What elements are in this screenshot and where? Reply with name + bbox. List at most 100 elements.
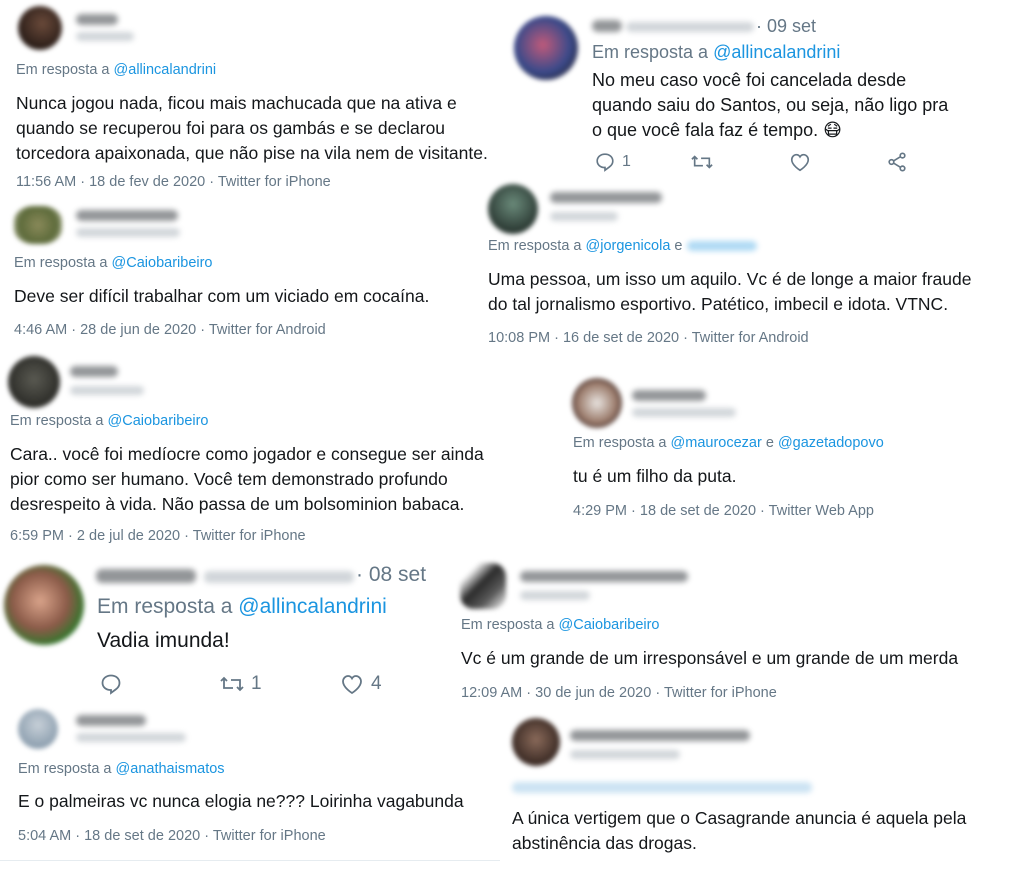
user-name[interactable] xyxy=(570,730,750,741)
tweet-text: Vc é um grande de um irresponsável e um … xyxy=(461,646,1021,671)
avatar[interactable] xyxy=(4,565,84,645)
tweet-text-line: do tal jornalismo esportivo. Patético, i… xyxy=(488,294,949,314)
tweet-card[interactable]: Em resposta a @Caiobaribeiro Vc é um gra… xyxy=(450,555,1024,710)
tweet-actions: 1 4 xyxy=(99,671,399,697)
user-handle xyxy=(520,591,590,600)
retweet-button[interactable]: 1 xyxy=(219,672,262,696)
tweet-card[interactable]: A única vertigem que o Casagrande anunci… xyxy=(500,710,1024,871)
avatar[interactable] xyxy=(18,6,62,50)
reply-context: Em resposta a @jorgenicola e xyxy=(488,238,757,254)
retweet-icon xyxy=(691,155,713,169)
tweet-text: tu é um filho da puta. xyxy=(573,464,1013,489)
user-handle xyxy=(76,32,134,41)
reply-context: Em resposta a @allincalandrini xyxy=(97,595,387,618)
tweet-text-line: quando saiu do Santos, ou seja, não ligo… xyxy=(592,95,949,115)
mention-link[interactable]: @jorgenicola xyxy=(586,238,671,254)
reply-button[interactable] xyxy=(99,672,123,696)
mention-link[interactable]: @maurocezar xyxy=(671,435,762,451)
avatar[interactable] xyxy=(460,563,506,609)
reply-count: 1 xyxy=(622,153,631,170)
mention-link[interactable]: @Caiobaribeiro xyxy=(108,413,209,429)
tweet-text-line: pior como ser humano. Você tem demonstra… xyxy=(10,469,448,489)
share-button[interactable] xyxy=(886,151,908,173)
tweet-text-line: Deve ser difícil trabalhar com um viciad… xyxy=(14,286,430,306)
like-button[interactable]: 4 xyxy=(339,672,382,696)
user-handle xyxy=(570,750,680,759)
tweet-timestamp[interactable]: 11:56 AM · 18 de fev de 2020 · Twitter f… xyxy=(16,174,331,190)
tweet-timestamp[interactable]: 4:46 AM · 28 de jun de 2020 · Twitter fo… xyxy=(14,322,326,338)
user-handle xyxy=(550,212,618,221)
tweet-text: No meu caso você foi cancelada desde qua… xyxy=(592,68,1012,143)
user-name[interactable] xyxy=(550,192,662,203)
tweet-text: Nunca jogou nada, ficou mais machucada q… xyxy=(16,91,516,166)
tweet-date[interactable]: · 09 set xyxy=(756,16,816,37)
tweet-text-line: Nunca jogou nada, ficou mais machucada q… xyxy=(16,93,457,113)
tweet-card[interactable]: Em resposta a @maurocezar e @gazetadopov… xyxy=(560,370,1024,540)
tweet-text-line: o que você fala faz é tempo. 😷 xyxy=(592,120,842,140)
user-name[interactable] xyxy=(76,715,146,726)
user-name[interactable] xyxy=(70,366,118,377)
tweet-text-line: torcedora apaixonada, que não pise na vi… xyxy=(16,143,488,163)
tweet-timestamp[interactable]: 4:29 PM · 18 de set de 2020 · Twitter We… xyxy=(573,503,874,519)
like-count: 4 xyxy=(371,673,382,694)
retweet-button[interactable] xyxy=(690,151,714,173)
avatar[interactable] xyxy=(572,378,622,428)
like-button[interactable] xyxy=(788,151,812,173)
user-name[interactable] xyxy=(76,210,178,221)
reply-context: Em resposta a @anathaismatos xyxy=(18,761,225,777)
mention-link[interactable]: @Caiobaribeiro xyxy=(559,617,660,633)
user-handle xyxy=(76,228,180,237)
reply-context: Em resposta a @allincalandrini xyxy=(592,42,841,62)
mention-link[interactable]: @gazetadopovo xyxy=(778,435,884,451)
retweet-icon xyxy=(220,676,244,692)
retweet-count: 1 xyxy=(251,673,262,694)
share-icon xyxy=(888,152,906,172)
tweet-text-line: No meu caso você foi cancelada desde xyxy=(592,70,907,90)
tweet-text: A única vertigem que o Casagrande anunci… xyxy=(512,806,1022,856)
tweet-text-line: Vc é um grande de um irresponsável e um … xyxy=(461,648,959,668)
tweet-text-line: E o palmeiras vc nunca elogia ne??? Loir… xyxy=(18,791,464,811)
tweet-timestamp[interactable]: 6:59 PM · 2 de jul de 2020 · Twitter for… xyxy=(10,528,306,544)
tweet-date[interactable]: · 08 set xyxy=(356,563,426,587)
mention-link[interactable]: @allincalandrini xyxy=(713,42,840,62)
avatar[interactable] xyxy=(488,184,538,234)
blurred-reply-context xyxy=(512,782,812,793)
tweet-text-line: Uma pessoa, um isso um aquilo. Vc é de l… xyxy=(488,269,972,289)
tweet-text: E o palmeiras vc nunca elogia ne??? Loir… xyxy=(18,789,498,814)
tweet-text: Uma pessoa, um isso um aquilo. Vc é de l… xyxy=(488,267,1018,317)
user-name[interactable] xyxy=(632,390,706,401)
reply-context: Em resposta a @Caiobaribeiro xyxy=(14,255,213,271)
tweet-card[interactable]: · 08 set Em resposta a @allincalandrini … xyxy=(0,555,450,705)
tweet-card[interactable]: Em resposta a @allincalandrini Nunca jog… xyxy=(0,0,520,200)
tweet-timestamp[interactable]: 10:08 PM · 16 de set de 2020 · Twitter f… xyxy=(488,330,809,346)
divider xyxy=(0,860,500,861)
user-name[interactable] xyxy=(592,20,622,32)
tweet-text-line: tu é um filho da puta. xyxy=(573,466,737,486)
avatar[interactable] xyxy=(514,16,578,80)
user-name[interactable] xyxy=(96,569,196,583)
tweet-card[interactable]: Em resposta a @Caiobaribeiro Deve ser di… xyxy=(0,200,480,350)
tweet-card[interactable]: Em resposta a @jorgenicola e Uma pessoa,… xyxy=(478,180,1024,360)
avatar[interactable] xyxy=(512,718,560,766)
mention-link[interactable]: @allincalandrini xyxy=(114,62,217,78)
avatar[interactable] xyxy=(14,206,62,244)
like-icon xyxy=(342,675,362,695)
tweet-text-line: A única vertigem que o Casagrande anunci… xyxy=(512,808,967,828)
tweet-card[interactable]: Em resposta a @anathaismatos E o palmeir… xyxy=(0,705,500,871)
tweet-card[interactable]: · 09 set Em resposta a @allincalandrini … xyxy=(510,0,1024,180)
avatar[interactable] xyxy=(8,356,60,408)
tweet-card[interactable]: Em resposta a @Caiobaribeiro Cara.. você… xyxy=(0,350,530,555)
user-name[interactable] xyxy=(520,571,688,582)
mention-link[interactable]: @allincalandrini xyxy=(238,595,387,618)
like-icon xyxy=(790,153,810,172)
mention-link[interactable]: @anathaismatos xyxy=(116,761,225,777)
tweet-timestamp[interactable]: 5:04 AM · 18 de set de 2020 · Twitter fo… xyxy=(18,828,326,844)
tweet-text-line: Vadia imunda! xyxy=(97,629,230,652)
user-handle xyxy=(70,386,144,395)
avatar[interactable] xyxy=(18,709,58,749)
tweet-timestamp[interactable]: 12:09 AM · 30 de jun de 2020 · Twitter f… xyxy=(461,685,777,701)
mention-link[interactable]: @Caiobaribeiro xyxy=(112,255,213,271)
reply-button[interactable]: 1 xyxy=(594,151,631,173)
user-name[interactable] xyxy=(76,14,118,25)
tweet-text: Cara.. você foi medíocre como jogador e … xyxy=(10,442,525,517)
